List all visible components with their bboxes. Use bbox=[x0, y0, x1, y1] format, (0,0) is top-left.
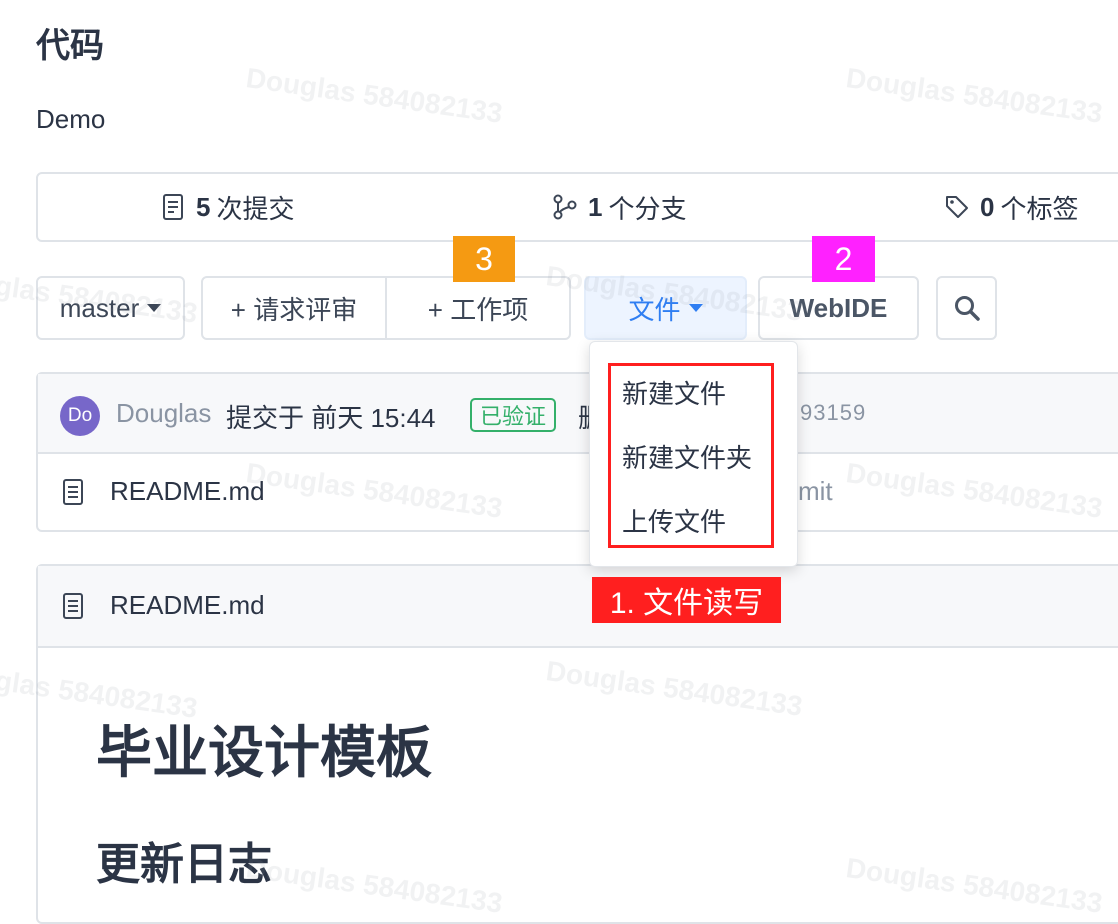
file-menu-label: 文件 bbox=[628, 294, 681, 325]
tag-icon bbox=[946, 196, 968, 218]
commit-time: 提交于 前天 15:44 bbox=[226, 403, 436, 433]
search-icon bbox=[954, 296, 980, 321]
menu-item-upload-file[interactable]: 上传文件 bbox=[622, 502, 726, 539]
readme-filename: README.md bbox=[110, 590, 265, 620]
work-item-button[interactable]: + 工作项 bbox=[385, 278, 569, 338]
readme-panel: README.md 毕业设计模板 更新日志 bbox=[36, 564, 1118, 924]
commits-stat[interactable]: 5 次提交 bbox=[162, 174, 294, 240]
branch-icon bbox=[553, 194, 577, 220]
file-list-row[interactable]: README.md mit bbox=[38, 454, 1118, 532]
commit-list-icon bbox=[163, 194, 183, 220]
annotation-marker-3: 3 bbox=[453, 236, 515, 282]
file-commit-message[interactable]: mit bbox=[798, 476, 833, 507]
watermark: Douglas 584082133 bbox=[844, 62, 1105, 129]
commit-author[interactable]: Douglas bbox=[116, 398, 211, 429]
page-title: 代码 bbox=[36, 27, 104, 65]
chevron-down-icon bbox=[688, 304, 703, 312]
commits-count: 5 bbox=[196, 191, 211, 222]
chevron-down-icon bbox=[147, 304, 162, 312]
readme-heading-1: 毕业设计模板 bbox=[96, 721, 432, 784]
webide-button[interactable]: WebIDE bbox=[758, 276, 919, 340]
verified-badge: 已验证 bbox=[470, 398, 557, 432]
tags-stat[interactable]: 0 个标签 bbox=[944, 174, 1078, 240]
file-menu-button[interactable]: 文件 bbox=[584, 276, 747, 340]
branches-stat[interactable]: 1 个分支 bbox=[552, 174, 686, 240]
menu-item-new-folder[interactable]: 新建文件夹 bbox=[622, 438, 752, 475]
repo-stats-bar: 5 次提交 1 个分支 0 个标签 bbox=[36, 172, 1118, 242]
branches-count: 1 bbox=[588, 191, 603, 222]
branch-selector[interactable]: master bbox=[36, 276, 185, 340]
avatar[interactable]: Do bbox=[60, 396, 100, 436]
tags-label: 个标签 bbox=[1000, 193, 1079, 224]
watermark: Douglas 584082133 bbox=[244, 62, 505, 129]
menu-item-new-file[interactable]: 新建文件 bbox=[622, 374, 726, 411]
commits-label: 次提交 bbox=[216, 193, 295, 224]
annotation-label-file-rw: 1. 文件读写 bbox=[592, 577, 781, 623]
annotation-marker-2: 2 bbox=[812, 236, 875, 282]
commit-header: Do Douglas 提交于 前天 15:44 已验证 删 93159 bbox=[38, 374, 1118, 454]
request-review-button[interactable]: + 请求评审 bbox=[203, 278, 385, 338]
latest-commit-panel: Do Douglas 提交于 前天 15:44 已验证 删 93159 READ… bbox=[36, 372, 1118, 532]
tags-count: 0 bbox=[980, 191, 995, 222]
branches-label: 个分支 bbox=[608, 193, 687, 224]
repo-description: Demo bbox=[36, 104, 106, 134]
search-button[interactable] bbox=[936, 276, 997, 340]
create-button-group: + 请求评审 + 工作项 bbox=[201, 276, 571, 340]
readme-heading-2: 更新日志 bbox=[96, 840, 272, 889]
file-icon bbox=[62, 592, 84, 625]
file-icon bbox=[62, 478, 84, 511]
file-name[interactable]: README.md bbox=[110, 476, 265, 507]
commit-hash[interactable]: 93159 bbox=[800, 400, 866, 426]
readme-header: README.md bbox=[38, 566, 1118, 648]
file-dropdown-menu: 新建文件 新建文件夹 上传文件 bbox=[589, 341, 798, 567]
branch-name: master bbox=[59, 292, 140, 323]
